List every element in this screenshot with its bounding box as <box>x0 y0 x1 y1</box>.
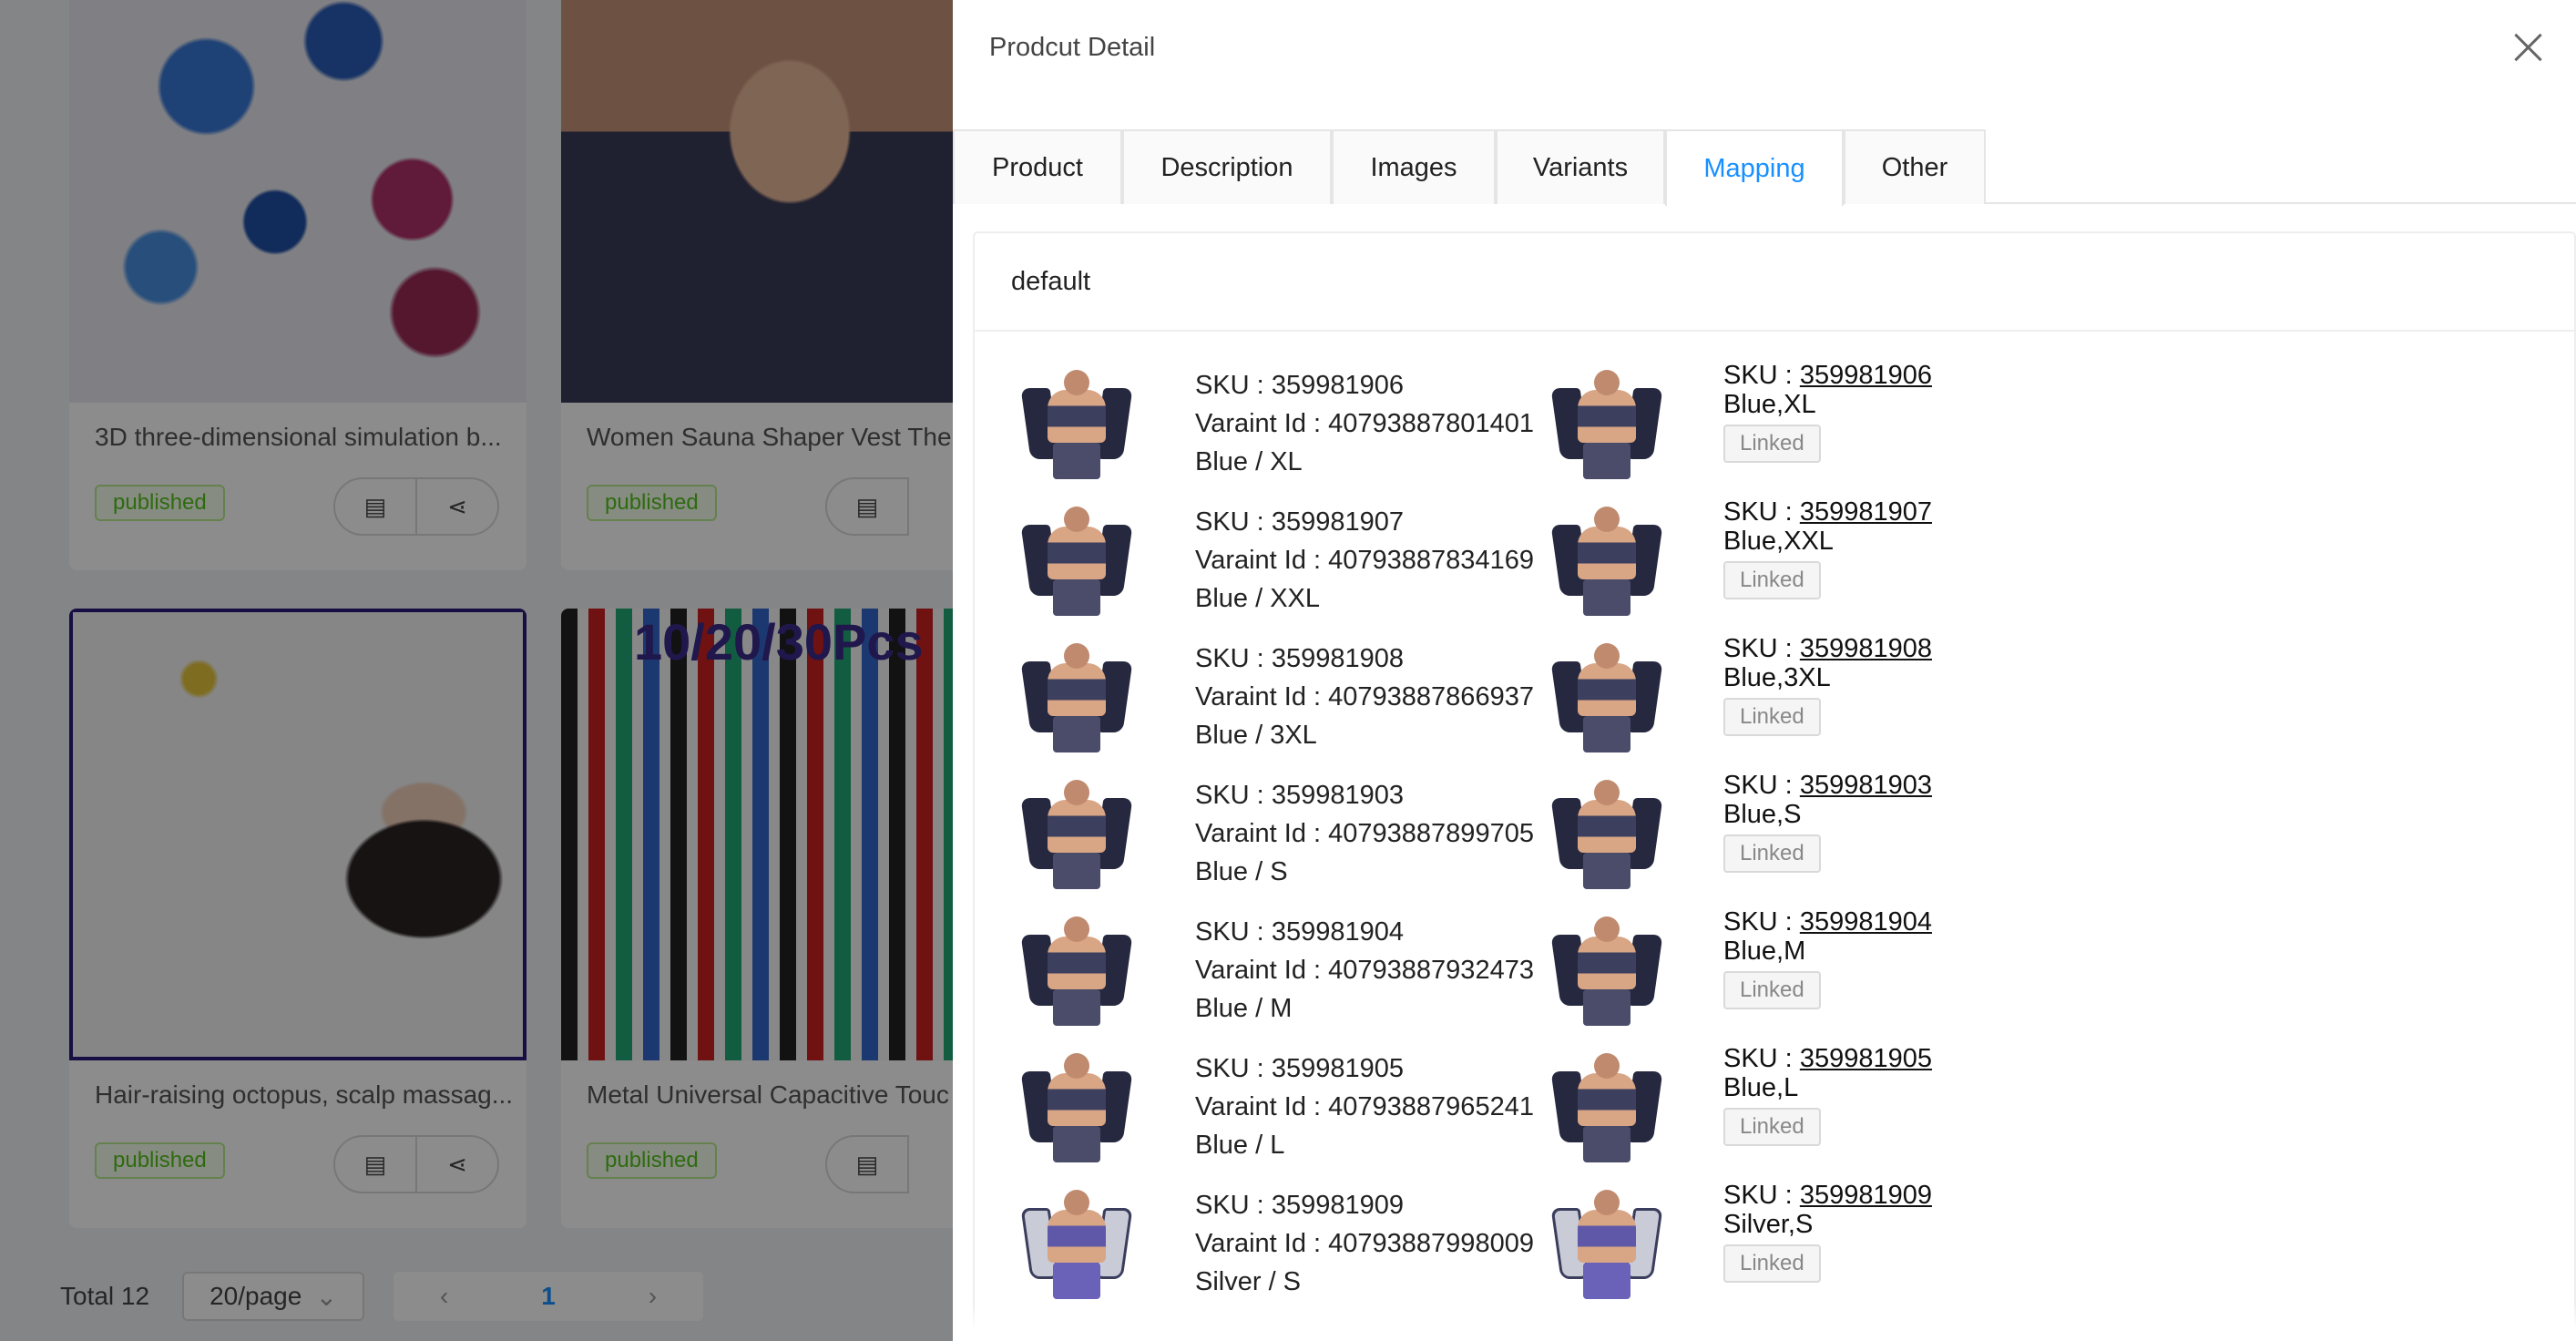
source-sku: SKU : 359981907 <box>1195 507 1404 537</box>
mapping-panel: default SKU : 359981906 Varaint Id : 4079… <box>973 231 2576 1341</box>
linked-badge: Linked <box>1723 834 1821 873</box>
target-sku: SKU : 359981908 <box>1723 634 1932 663</box>
source-variant-id: Varaint Id : 40793887801401 <box>1195 409 1534 438</box>
scroll-fade <box>973 1303 2576 1341</box>
mapping-row: SKU : 359981909 Varaint Id : 407938879980… <box>975 1181 2574 1317</box>
tab-images[interactable]: Images <box>1332 129 1496 204</box>
target-sku-link[interactable]: 359981908 <box>1800 634 1932 663</box>
source-sku: SKU : 359981904 <box>1195 917 1404 947</box>
source-variant-image <box>1020 1051 1133 1164</box>
tab-description[interactable]: Description <box>1122 129 1332 204</box>
target-variant-image <box>1550 505 1663 618</box>
tab-other[interactable]: Other <box>1844 129 1986 204</box>
target-variant-option: Blue,L <box>1723 1073 1799 1102</box>
source-variant-info: SKU : 359981905 Varaint Id : 407938879652… <box>1195 1049 1534 1164</box>
mapping-row: SKU : 359981904 Varaint Id : 407938879324… <box>975 907 2574 1044</box>
source-variant-image <box>1020 641 1133 754</box>
target-variant-option: Blue,S <box>1723 800 1802 829</box>
target-variant-option: Silver,S <box>1723 1210 1814 1239</box>
target-variant-image <box>1550 641 1663 754</box>
source-variant-info: SKU : 359981907 Varaint Id : 407938878341… <box>1195 503 1534 618</box>
mapping-row: SKU : 359981905 Varaint Id : 407938879652… <box>975 1044 2574 1181</box>
source-variant-image <box>1020 1188 1133 1301</box>
linked-badge: Linked <box>1723 1108 1821 1146</box>
target-sku: SKU : 359981907 <box>1723 497 1932 527</box>
source-variant-info: SKU : 359981909 Varaint Id : 407938879980… <box>1195 1186 1534 1301</box>
target-sku: SKU : 359981904 <box>1723 907 1932 937</box>
source-sku: SKU : 359981905 <box>1195 1054 1404 1083</box>
tab-variants[interactable]: Variants <box>1496 129 1665 204</box>
source-variant-image <box>1020 915 1133 1028</box>
target-variant-info: SKU : 359981909 Silver,S Linked <box>1723 1181 1932 1283</box>
source-variant-id: Varaint Id : 40793887998009 <box>1195 1229 1534 1258</box>
source-variant-option: Silver / S <box>1195 1267 1302 1296</box>
source-variant-info: SKU : 359981904 Varaint Id : 407938879324… <box>1195 913 1534 1028</box>
mapping-row: SKU : 359981903 Varaint Id : 407938878997… <box>975 771 2574 907</box>
tab-product[interactable]: Product <box>953 129 1122 204</box>
mapping-row: SKU : 359981908 Varaint Id : 407938878669… <box>975 634 2574 771</box>
target-sku: SKU : 359981905 <box>1723 1044 1932 1073</box>
source-variant-info: SKU : 359981903 Varaint Id : 407938878997… <box>1195 776 1534 891</box>
linked-badge: Linked <box>1723 561 1821 599</box>
close-icon[interactable] <box>2512 31 2545 64</box>
panel-title: default <box>975 233 2574 332</box>
target-variant-info: SKU : 359981903 Blue,S Linked <box>1723 771 1932 873</box>
target-variant-option: Blue,M <box>1723 937 1806 966</box>
source-variant-id: Varaint Id : 40793887965241 <box>1195 1092 1534 1121</box>
target-sku-link[interactable]: 359981904 <box>1800 907 1932 937</box>
target-sku: SKU : 359981903 <box>1723 771 1932 800</box>
drawer-title: Prodcut Detail <box>989 33 1156 62</box>
source-variant-option: Blue / XXL <box>1195 584 1321 613</box>
target-variant-info: SKU : 359981904 Blue,M Linked <box>1723 907 1932 1009</box>
target-variant-image <box>1550 1188 1663 1301</box>
source-variant-image <box>1020 778 1133 891</box>
source-variant-option: Blue / S <box>1195 857 1288 886</box>
source-variant-option: Blue / XL <box>1195 447 1303 476</box>
linked-badge: Linked <box>1723 698 1821 736</box>
target-variant-image <box>1550 778 1663 891</box>
source-variant-info: SKU : 359981908 Varaint Id : 407938878669… <box>1195 640 1534 754</box>
target-sku-link[interactable]: 359981907 <box>1800 497 1932 527</box>
target-sku-link[interactable]: 359981903 <box>1800 771 1932 800</box>
drawer-header: Prodcut Detail <box>953 0 2576 97</box>
target-variant-option: Blue,XL <box>1723 390 1816 419</box>
target-variant-option: Blue,XXL <box>1723 527 1834 556</box>
tab-bar: Product Description Images Variants Mapp… <box>953 129 2576 206</box>
mapping-row: SKU : 359981906 Varaint Id : 407938878014… <box>975 361 2574 497</box>
source-variant-option: Blue / M <box>1195 994 1293 1023</box>
target-variant-option: Blue,3XL <box>1723 663 1831 692</box>
modal-overlay[interactable] <box>0 0 953 1341</box>
source-variant-option: Blue / L <box>1195 1131 1285 1160</box>
source-variant-option: Blue / 3XL <box>1195 721 1317 750</box>
source-variant-info: SKU : 359981906 Varaint Id : 407938878014… <box>1195 366 1534 481</box>
target-sku-link[interactable]: 359981909 <box>1800 1181 1932 1210</box>
target-sku: SKU : 359981909 <box>1723 1181 1932 1210</box>
target-sku-link[interactable]: 359981906 <box>1800 361 1932 390</box>
source-variant-id: Varaint Id : 40793887834169 <box>1195 546 1534 575</box>
linked-badge: Linked <box>1723 425 1821 463</box>
target-variant-info: SKU : 359981905 Blue,L Linked <box>1723 1044 1932 1146</box>
target-variant-info: SKU : 359981907 Blue,XXL Linked <box>1723 497 1932 599</box>
source-variant-image <box>1020 368 1133 481</box>
source-variant-id: Varaint Id : 40793887866937 <box>1195 682 1534 711</box>
tab-mapping[interactable]: Mapping <box>1665 129 1844 206</box>
source-variant-id: Varaint Id : 40793887899705 <box>1195 819 1534 848</box>
target-sku-link[interactable]: 359981905 <box>1800 1044 1932 1073</box>
linked-badge: Linked <box>1723 971 1821 1009</box>
target-variant-info: SKU : 359981906 Blue,XL Linked <box>1723 361 1932 463</box>
linked-badge: Linked <box>1723 1244 1821 1283</box>
target-sku: SKU : 359981906 <box>1723 361 1932 390</box>
target-variant-info: SKU : 359981908 Blue,3XL Linked <box>1723 634 1932 736</box>
source-variant-image <box>1020 505 1133 618</box>
product-detail-drawer: Prodcut Detail Product Description Image… <box>953 0 2576 1341</box>
target-variant-image <box>1550 1051 1663 1164</box>
source-sku: SKU : 359981909 <box>1195 1191 1404 1220</box>
source-variant-id: Varaint Id : 40793887932473 <box>1195 956 1534 985</box>
source-sku: SKU : 359981908 <box>1195 644 1404 673</box>
target-variant-image <box>1550 915 1663 1028</box>
target-variant-image <box>1550 368 1663 481</box>
mapping-row: SKU : 359981907 Varaint Id : 407938878341… <box>975 497 2574 634</box>
source-sku: SKU : 359981903 <box>1195 781 1404 810</box>
source-sku: SKU : 359981906 <box>1195 371 1404 400</box>
